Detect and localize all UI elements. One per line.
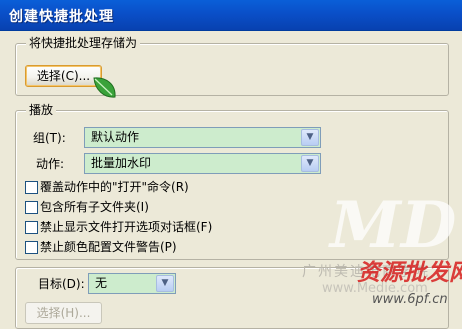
override-open-label: 覆盖动作中的"打开"命令(R) <box>40 180 189 194</box>
suppress-profile-warning-checkbox[interactable] <box>25 241 38 254</box>
window-title: 创建快捷批处理 <box>9 9 114 25</box>
chevron-down-icon: ▼ <box>301 155 319 172</box>
md-logo-watermark: MD <box>330 188 457 263</box>
set-dropdown[interactable]: 默认动作 ▼ <box>84 127 321 148</box>
suppress-open-dialog-checkbox[interactable] <box>25 221 38 234</box>
action-dropdown[interactable]: 批量加水印 ▼ <box>84 153 321 174</box>
suppress-profile-warning-label: 禁止颜色配置文件警告(P) <box>40 240 177 254</box>
set-label: 组(T): <box>33 131 66 145</box>
chevron-down-icon: ▼ <box>156 275 174 292</box>
override-open-checkbox[interactable] <box>25 181 38 194</box>
chevron-down-icon: ▼ <box>301 129 319 146</box>
play-legend: 播放 <box>26 103 57 117</box>
site2-watermark: www.6pf.cn <box>372 292 448 307</box>
action-value: 批量加水印 <box>91 156 152 170</box>
target-dropdown[interactable]: 无 ▼ <box>88 273 176 294</box>
save-as-legend: 将快捷批处理存储为 <box>26 36 141 50</box>
action-label: 动作: <box>36 157 65 171</box>
title-bar: 创建快捷批处理 <box>0 0 462 31</box>
choose-button[interactable]: 选择(C)... <box>25 65 102 87</box>
target-value: 无 <box>95 276 108 290</box>
include-subfolders-checkbox[interactable] <box>25 201 38 214</box>
include-subfolders-label: 包含所有子文件夹(I) <box>40 200 149 214</box>
target-label: 目标(D): <box>38 277 85 291</box>
leaf-cursor-icon <box>93 77 116 98</box>
choose-target-button[interactable]: 选择(H)... <box>25 302 102 324</box>
suppress-open-dialog-label: 禁止显示文件打开选项对话框(F) <box>40 220 213 234</box>
set-value: 默认动作 <box>91 130 140 144</box>
